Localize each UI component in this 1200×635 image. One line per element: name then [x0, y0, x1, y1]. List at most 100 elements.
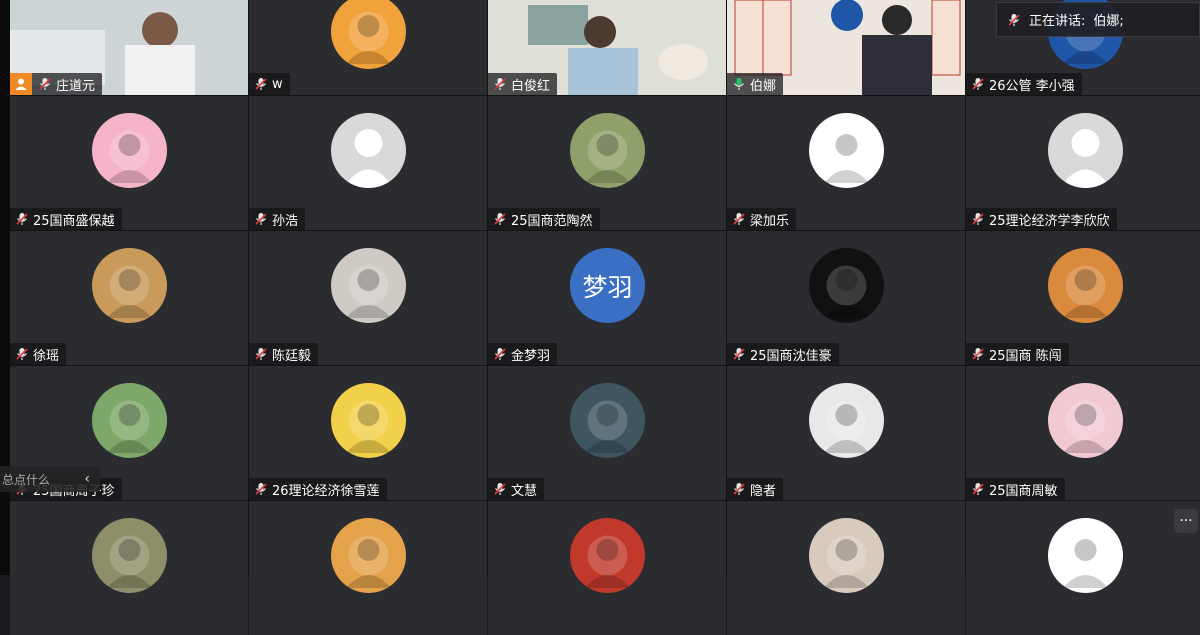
- mic-muted-icon: [15, 212, 29, 226]
- participant-name-tag: 徐瑶: [10, 343, 67, 365]
- participant-tile-active-speaker[interactable]: 伯娜: [727, 0, 965, 95]
- cinnamoroll-avatar-icon: [1048, 518, 1123, 593]
- participant-tile[interactable]: 25国商盛保越: [10, 96, 248, 230]
- participant-tile[interactable]: 25国商周敏: [966, 366, 1200, 500]
- participant-name: 26公管 李小强: [989, 78, 1075, 94]
- black-cat-avatar-icon: [809, 248, 884, 323]
- participant-name: 徐瑶: [33, 348, 60, 364]
- sunglasses-boy-avatar-icon: [809, 383, 884, 458]
- mic-muted-icon: [493, 482, 507, 496]
- participant-name-tag: 25国商 陈闯: [966, 343, 1069, 365]
- mic-muted-icon: [254, 482, 268, 496]
- participant-name-tag: 白俊红: [488, 73, 558, 95]
- participant-tile[interactable]: 文慧: [488, 366, 726, 500]
- girl-portrait-avatar-icon: [570, 383, 645, 458]
- girl-hat-avatar-icon: [92, 518, 167, 593]
- sunset-person-avatar-icon: [1048, 248, 1123, 323]
- floating-bar-text: 总点什么: [2, 472, 51, 487]
- participant-name-tag: 孙浩: [249, 208, 306, 230]
- text-avatar: 梦羽: [570, 248, 645, 323]
- participant-name-tag: 梁加乐: [727, 208, 797, 230]
- participant-name-tag: 25国商周敏: [966, 478, 1065, 500]
- participant-name: 25国商 陈闯: [989, 348, 1062, 364]
- participant-name: 文慧: [511, 483, 538, 499]
- floating-chat-bar[interactable]: 总点什么 ‹: [0, 466, 100, 492]
- participant-tile[interactable]: [249, 501, 487, 635]
- mic-muted-icon: [732, 482, 746, 496]
- participant-tile[interactable]: 徐瑶: [10, 231, 248, 365]
- golden-dog-avatar-icon: [92, 248, 167, 323]
- participant-name: w: [272, 76, 283, 92]
- avatar-text: 梦羽: [582, 272, 633, 302]
- participant-tile[interactable]: 陈廷毅: [249, 231, 487, 365]
- speaking-name: 伯娜;: [1093, 14, 1124, 29]
- participant-name: 庄道元: [56, 78, 96, 94]
- participant-tile[interactable]: 白俊红: [488, 0, 726, 95]
- participant-name-tag: 文慧: [488, 478, 545, 500]
- participant-tile[interactable]: 25国商沈佳豪: [727, 231, 965, 365]
- mic-muted-icon: [15, 347, 29, 361]
- participant-name: 隐者: [750, 483, 777, 499]
- participant-tile[interactable]: [488, 501, 726, 635]
- mic-muted-icon: [254, 347, 268, 361]
- mic-muted-icon: [38, 77, 52, 91]
- participant-tile[interactable]: 26理论经济徐雪莲: [249, 366, 487, 500]
- participant-name-tag: 26理论经济徐雪莲: [249, 478, 387, 500]
- more-options-button[interactable]: ···: [1174, 509, 1198, 533]
- participant-tile[interactable]: 孙浩: [249, 96, 487, 230]
- cartoon-bear-avatar-icon: [570, 113, 645, 188]
- participant-name-tag: 陈廷毅: [249, 343, 319, 365]
- participant-name-tag: 25国商盛保越: [10, 208, 122, 230]
- participant-tile[interactable]: 25国商范陶然: [488, 96, 726, 230]
- orange-cat-avatar-icon: [331, 518, 406, 593]
- cola-bottle-avatar-icon: [809, 113, 884, 188]
- mic-muted-icon: [254, 212, 268, 226]
- participant-name-tag: 伯娜: [727, 73, 784, 95]
- participant-name: 金梦羽: [511, 348, 551, 364]
- more-horizontal-icon: ···: [1179, 513, 1193, 529]
- participant-tile[interactable]: w: [249, 0, 487, 95]
- mic-muted-icon: [493, 212, 507, 226]
- participant-name: 26理论经济徐雪莲: [272, 483, 380, 499]
- yellow-hat-avatar-icon: [331, 383, 406, 458]
- participant-name: 25国商周敏: [989, 483, 1058, 499]
- participant-tile[interactable]: [10, 501, 248, 635]
- participant-tile[interactable]: 25国商 陈闯: [966, 231, 1200, 365]
- mic-on-icon: [732, 77, 746, 91]
- participant-name-tag: 25国商沈佳豪: [727, 343, 839, 365]
- chevron-left-icon[interactable]: ‹: [84, 471, 90, 487]
- participant-tile[interactable]: 25理论经济学李欣欣: [966, 96, 1200, 230]
- mic-muted-icon: [971, 212, 985, 226]
- pink-cat-avatar-icon: [92, 113, 167, 188]
- participant-name-tag: 26公管 李小强: [966, 73, 1082, 95]
- mic-muted-icon: [254, 77, 268, 91]
- speaking-label: 正在讲话:: [1029, 14, 1086, 29]
- participant-name-tag: 25理论经济学李欣欣: [966, 208, 1117, 230]
- participant-name: 孙浩: [272, 213, 299, 229]
- white-cat-sunglasses-avatar-icon: [331, 248, 406, 323]
- participant-tile[interactable]: 梦羽金梦羽: [488, 231, 726, 365]
- participant-tile[interactable]: [966, 501, 1200, 635]
- mic-muted-icon: [732, 347, 746, 361]
- mic-muted-icon: [971, 482, 985, 496]
- mic-muted-icon: [732, 212, 746, 226]
- red-girl-avatar-icon: [570, 518, 645, 593]
- girl-flowers-avatar-icon: [809, 518, 884, 593]
- participant-name-tag: 金梦羽: [488, 343, 558, 365]
- participant-name: 25国商盛保越: [33, 213, 115, 229]
- participant-tile[interactable]: [727, 501, 965, 635]
- default-person-avatar-icon: [1048, 113, 1123, 188]
- mic-muted-icon: [971, 77, 985, 91]
- participant-name-tag: 隐者: [727, 478, 784, 500]
- participant-name-tag: w: [249, 73, 290, 95]
- participant-name: 25国商范陶然: [511, 213, 593, 229]
- participant-tile[interactable]: 梁加乐: [727, 96, 965, 230]
- participant-name: 白俊红: [511, 78, 551, 94]
- cartoon-tiger-avatar-icon: [331, 0, 406, 69]
- host-badge-icon: [10, 73, 32, 95]
- participant-tile[interactable]: 隐者: [727, 366, 965, 500]
- participant-tile[interactable]: 庄道元: [10, 0, 248, 95]
- participant-name: 陈廷毅: [272, 348, 312, 364]
- default-person-avatar-icon: [331, 113, 406, 188]
- participant-name-tag: 25国商范陶然: [488, 208, 600, 230]
